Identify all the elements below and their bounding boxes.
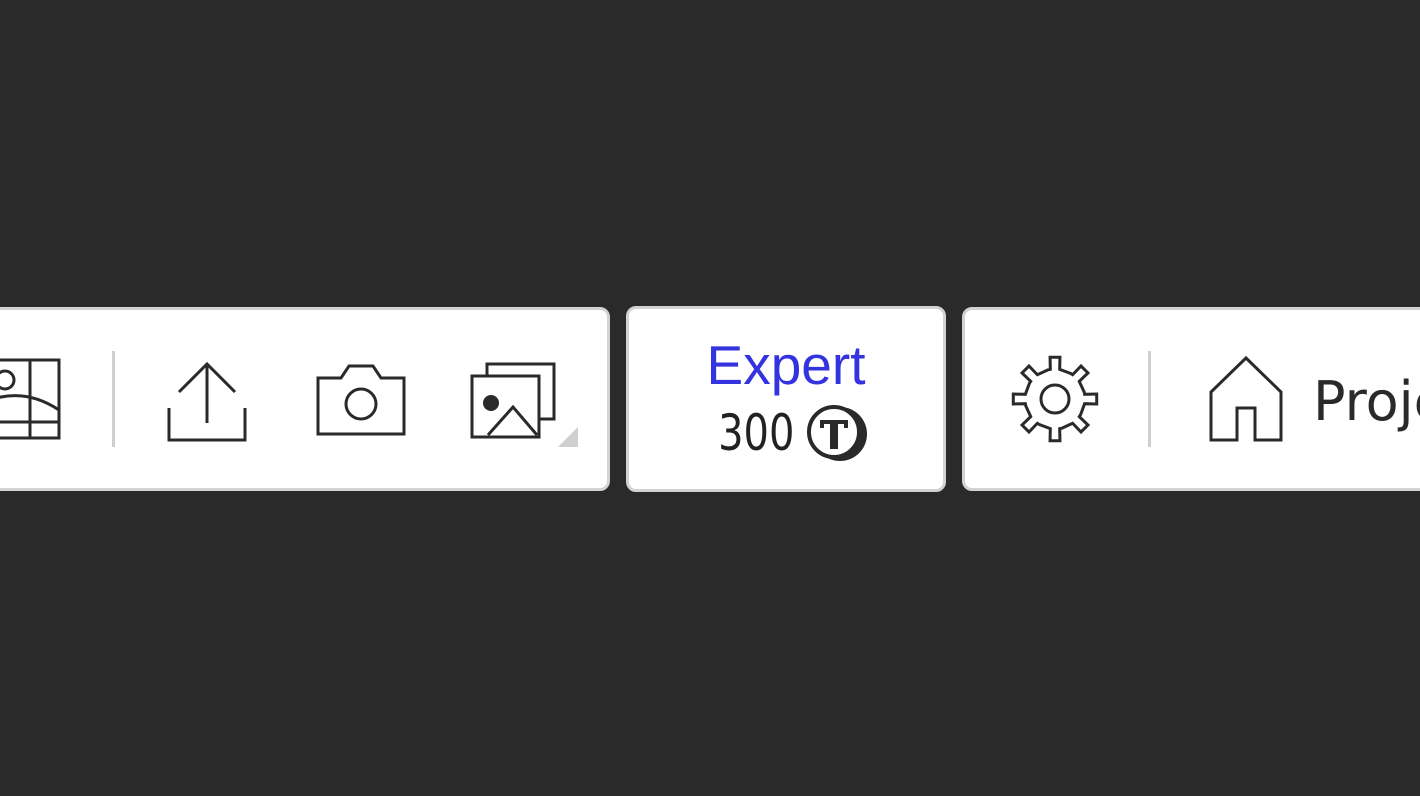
tools-toolbar xyxy=(0,307,610,491)
app-stage: Expert 300 Projects xyxy=(0,0,1420,796)
gallery-icon[interactable] xyxy=(469,361,557,443)
upload-icon[interactable] xyxy=(165,360,249,444)
camera-icon[interactable] xyxy=(315,362,407,442)
toolbar-divider xyxy=(1148,351,1151,447)
plan-label: Expert xyxy=(706,334,866,396)
token-icon xyxy=(806,405,867,461)
plan-badge[interactable]: Expert 300 xyxy=(626,306,946,492)
gear-icon[interactable] xyxy=(1009,353,1101,445)
floor-plan-icon[interactable] xyxy=(0,358,63,442)
toolbar-divider xyxy=(112,351,115,447)
credits-amount: 300 xyxy=(718,404,795,462)
home-label[interactable]: Projects xyxy=(1313,370,1420,434)
credits-row: 300 xyxy=(629,403,943,463)
navigation-toolbar: Projects xyxy=(962,307,1420,491)
home-icon xyxy=(1209,355,1283,442)
submenu-indicator[interactable] xyxy=(558,427,578,447)
